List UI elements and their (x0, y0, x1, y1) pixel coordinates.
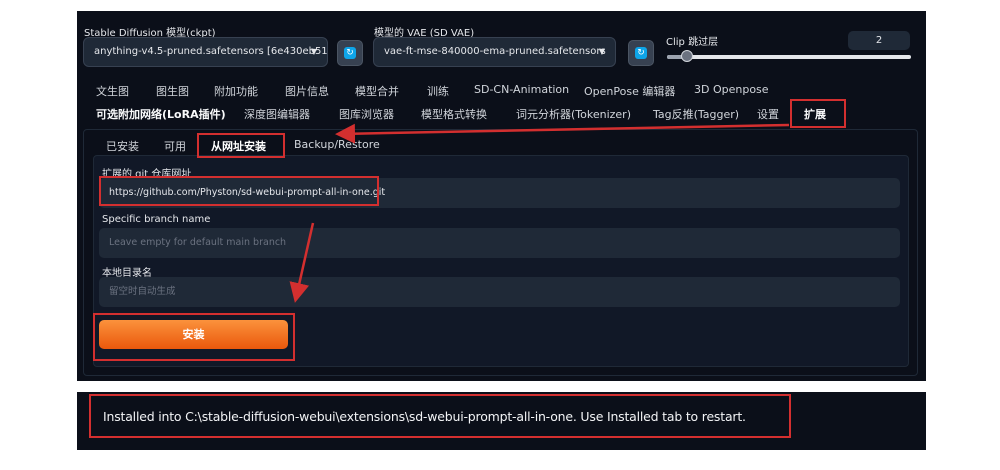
refresh-icon: ↻ (635, 47, 647, 59)
tab-extras[interactable]: 附加功能 (214, 83, 258, 99)
refresh-vae-button[interactable]: ↻ (628, 40, 654, 66)
tab-image-browser[interactable]: 图库浏览器 (339, 106, 394, 122)
tab-3d-openpose[interactable]: 3D Openpose (694, 83, 769, 96)
tab-txt2img[interactable]: 文生图 (96, 83, 129, 99)
tab-tagger[interactable]: Tag反推(Tagger) (653, 106, 739, 122)
tab-depth-editor[interactable]: 深度图编辑器 (244, 106, 310, 122)
chevron-down-icon: ▼ (310, 47, 318, 56)
branch-input[interactable]: Leave empty for default main branch (99, 228, 900, 258)
vae-dropdown[interactable]: vae-ft-mse-840000-ema-pruned.safetensors… (373, 37, 616, 67)
annotation-box-install-button (93, 313, 295, 361)
annotation-box-url-tab (197, 133, 285, 158)
branch-label: Specific branch name (102, 214, 211, 225)
tab-tokenizer[interactable]: 词元分析器(Tokenizer) (516, 106, 631, 122)
subtab-available[interactable]: 可用 (164, 138, 186, 154)
local-dir-input[interactable]: 留空时自动生成 (99, 277, 900, 307)
model-value: anything-v4.5-pruned.safetensors [6e430e… (94, 46, 328, 57)
subtab-backup-restore[interactable]: Backup/Restore (294, 138, 380, 151)
tab-img2img[interactable]: 图生图 (156, 83, 189, 99)
refresh-icon: ↻ (344, 47, 356, 59)
vae-value: vae-ft-mse-840000-ema-pruned.safetensors (384, 46, 606, 57)
tab-lora-network[interactable]: 可选附加网络(LoRA插件) (96, 106, 226, 122)
webui-panel: Stable Diffusion 模型(ckpt) anything-v4.5-… (77, 11, 926, 381)
status-panel: Installed into C:\stable-diffusion-webui… (77, 392, 926, 450)
subtab-installed[interactable]: 已安装 (106, 138, 139, 154)
chevron-down-icon: ▼ (598, 47, 606, 56)
tab-settings[interactable]: 设置 (757, 106, 779, 122)
tab-train[interactable]: 训练 (427, 83, 449, 99)
tab-checkpoint-merger[interactable]: 模型合并 (355, 83, 399, 99)
annotation-box-status (89, 394, 791, 438)
slider-thumb[interactable] (680, 50, 693, 62)
refresh-model-button[interactable]: ↻ (337, 40, 363, 66)
tab-openpose-editor[interactable]: OpenPose 编辑器 (584, 83, 675, 99)
model-dropdown[interactable]: anything-v4.5-pruned.safetensors [6e430e… (83, 37, 328, 67)
annotation-box-extensions-tab (790, 99, 846, 128)
clip-skip-number[interactable]: 2 (848, 31, 910, 50)
clip-skip-slider[interactable] (667, 50, 911, 62)
clip-skip-label: Clip 跳过层 (666, 37, 719, 48)
tab-model-converter[interactable]: 模型格式转换 (421, 106, 487, 122)
tab-png-info[interactable]: 图片信息 (285, 83, 329, 99)
annotation-box-url-field (99, 176, 379, 206)
tab-sd-cn-animation[interactable]: SD-CN-Animation (474, 83, 569, 96)
